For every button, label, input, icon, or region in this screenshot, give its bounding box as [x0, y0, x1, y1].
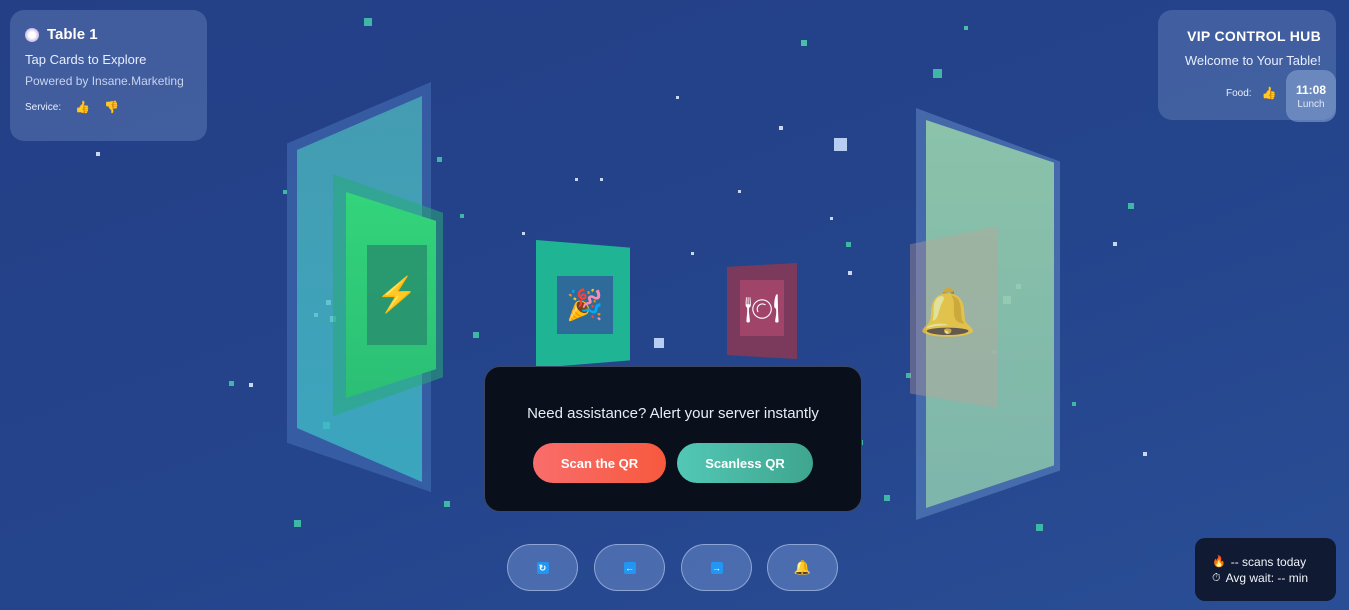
stats-panel: 🔥 -- scans today ⏱ Avg wait: -- min	[1195, 538, 1336, 601]
hub-title: VIP CONTROL HUB	[1187, 28, 1321, 44]
thumbs-up-icon[interactable]: 👍	[1262, 86, 1277, 100]
scans-today: -- scans today	[1230, 555, 1307, 569]
bell-icon: 🔔	[793, 559, 812, 575]
scanless-qr-button[interactable]: Scanless QR	[677, 443, 813, 483]
previous-button[interactable]: ←	[594, 544, 665, 591]
plate-icon: 🍽	[740, 280, 784, 336]
assistance-buttons: Scan the QR Scanless QR	[485, 443, 861, 483]
scans-stat: 🔥 -- scans today	[1212, 554, 1336, 570]
lightning-icon: ⚡	[367, 245, 427, 345]
avg-wait: Avg wait: -- min	[1225, 571, 1309, 585]
service-rating: Service: 👍 👎	[25, 100, 192, 114]
table-title-row: Table 1	[25, 26, 192, 43]
arrow-right-icon: →	[710, 561, 723, 574]
assistance-prompt: Need assistance? Alert your server insta…	[527, 405, 819, 422]
party-popper-icon: 🎉	[557, 276, 613, 334]
thumbs-down-icon[interactable]: 👎	[104, 100, 119, 114]
next-button[interactable]: →	[681, 544, 752, 591]
scan-qr-button[interactable]: Scan the QR	[533, 443, 666, 483]
stopwatch-icon: ⏱	[1212, 572, 1221, 584]
time-badge: 11:08 Lunch	[1286, 70, 1336, 122]
refresh-icon: ↻	[536, 561, 549, 574]
food-rating: Food: 👍	[1226, 86, 1277, 100]
flame-icon: 🔥	[1212, 556, 1226, 568]
meal-label: Lunch	[1297, 98, 1325, 110]
powered-by-text: Powered by Insane.Marketing	[25, 74, 184, 88]
call-server-button[interactable]: 🔔	[767, 544, 838, 591]
bell-card-icon: 🔔	[919, 285, 977, 338]
wait-stat: ⏱ Avg wait: -- min	[1212, 570, 1336, 586]
food-label: Food:	[1226, 87, 1252, 99]
refresh-button[interactable]: ↻	[507, 544, 578, 591]
thumbs-up-icon[interactable]: 👍	[75, 100, 90, 114]
service-label: Service:	[25, 101, 62, 113]
assistance-dialog: Need assistance? Alert your server insta…	[484, 366, 862, 512]
welcome-text: Welcome to Your Table!	[1184, 53, 1321, 68]
tap-cards-text: Tap Cards to Explore	[25, 52, 147, 67]
arrow-left-icon: ←	[623, 561, 636, 574]
plate-icon	[25, 27, 39, 42]
table-info-panel: Table 1 Tap Cards to Explore Powered by …	[10, 10, 207, 141]
table-title: Table 1	[47, 26, 98, 43]
current-time: 11:08	[1295, 82, 1327, 97]
